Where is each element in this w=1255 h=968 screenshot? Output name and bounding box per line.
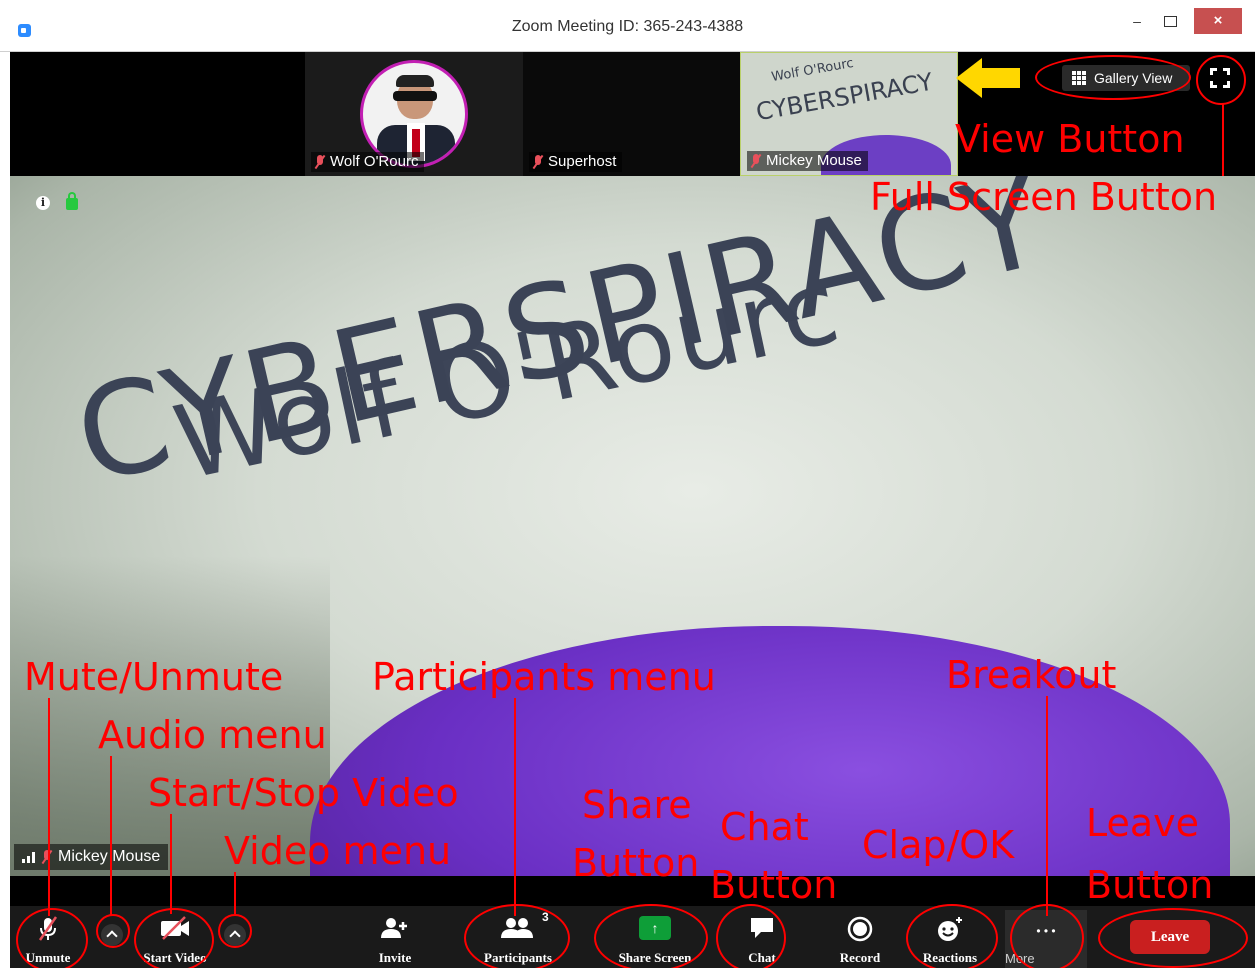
annotation-ring-participants [464, 904, 570, 968]
lock-icon[interactable] [66, 192, 78, 210]
annotation-start-stop-video: Start/Stop Video [148, 771, 459, 815]
annotation-ring-audio-menu [96, 914, 130, 948]
mic-muted-icon [315, 155, 325, 169]
record-label: Record [839, 950, 881, 965]
annotation-ring-unmute [16, 908, 88, 968]
annotation-leave-button-1: Leave [1086, 801, 1200, 845]
info-icon[interactable]: i [36, 196, 50, 210]
annotation-line-mute [48, 698, 50, 916]
add-user-icon [381, 918, 407, 938]
minimize-button[interactable]: – [1125, 10, 1149, 32]
yellow-arrow-icon [956, 58, 982, 98]
annotation-line-fullscreen [1222, 104, 1224, 176]
close-button[interactable]: × [1194, 8, 1242, 34]
mic-muted-icon [533, 155, 543, 169]
record-button[interactable]: Record [828, 906, 892, 968]
annotation-chat-button-2: Button [710, 863, 838, 907]
mic-muted-icon [751, 154, 761, 168]
annotation-ring-reactions [906, 904, 998, 968]
invite-label: Invite [378, 950, 412, 965]
maximize-button[interactable] [1158, 10, 1182, 32]
thumbnail-sign-line1: Wolf O'Rourc [770, 55, 855, 86]
annotation-leave-button-2: Button [1086, 863, 1214, 907]
annotation-audio-menu: Audio menu [98, 713, 327, 757]
annotation-clap-ok: Clap/OK [862, 823, 1015, 867]
annotation-line-breakout [1046, 696, 1048, 916]
annotation-full-screen-button: Full Screen Button [870, 175, 1218, 219]
participant-name: Superhost [548, 153, 617, 170]
annotation-ring-share [594, 904, 708, 968]
annotation-ring-fullscreen [1196, 55, 1246, 105]
yellow-arrow-tail [980, 68, 1020, 88]
thumbnail-mickey[interactable]: Wolf O'Rourc CYBERSPIRACY Mickey Mouse [740, 52, 958, 176]
annotation-video-menu: Video menu [224, 829, 452, 873]
thumbnail-wolf[interactable]: Wolf O'Rourc [305, 52, 523, 176]
sign-line2: CYBERSPIRACY [63, 176, 1061, 514]
annotation-participants-menu: Participants menu [372, 655, 716, 699]
annotation-share-button-1: Share [582, 783, 692, 827]
invite-button[interactable]: Invite [365, 906, 425, 968]
annotation-line-participants [514, 698, 516, 916]
annotation-share-button-2: Button [572, 841, 700, 885]
participant-name: Wolf O'Rourc [330, 153, 419, 170]
window-titlebar: Zoom Meeting ID: 365-243-4388 – × [0, 0, 1255, 52]
mic-muted-icon [42, 850, 52, 864]
annotation-breakout: Breakout [946, 653, 1117, 697]
annotation-line-video-menu [234, 872, 236, 914]
thumbnail-superhost[interactable]: Superhost [523, 52, 740, 176]
annotation-chat-button-1: Chat [720, 805, 809, 849]
participant-name: Mickey Mouse [766, 152, 862, 169]
thumbnail-name-tag: Mickey Mouse [747, 151, 868, 171]
annotation-ring-chat [716, 904, 786, 968]
signal-icon [22, 851, 36, 863]
thumbnail-name-tag: Wolf O'Rourc [311, 152, 425, 172]
annotation-ring-start-video [134, 908, 214, 968]
annotation-ring-more [1010, 904, 1084, 968]
annotation-line-video [170, 814, 172, 914]
speaker-name-tag: Mickey Mouse [14, 844, 169, 870]
annotation-line-audio [110, 756, 112, 916]
annotation-ring-video-menu [218, 914, 252, 948]
thumbnail-name-tag: Superhost [529, 152, 623, 172]
record-icon [847, 916, 873, 942]
window-title: Zoom Meeting ID: 365-243-4388 [511, 18, 744, 35]
avatar-hair [396, 75, 434, 87]
annotation-ring-leave [1098, 908, 1248, 968]
annotation-ring-view [1035, 55, 1191, 100]
annotation-view-button: View Button [955, 117, 1185, 161]
annotation-mute-unmute: Mute/Unmute [24, 655, 284, 699]
avatar-sunglasses [393, 91, 437, 101]
